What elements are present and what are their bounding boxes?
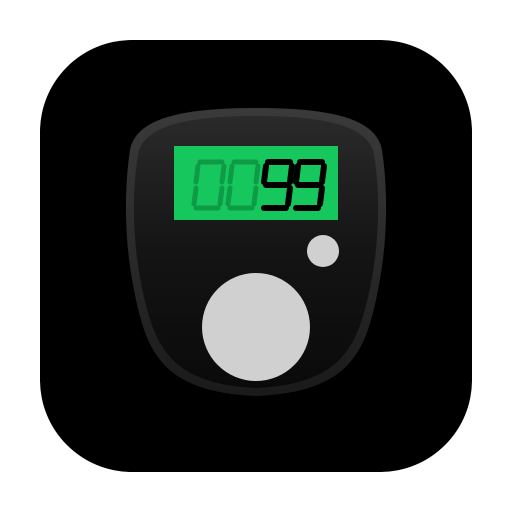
count-button[interactable] [202,273,310,381]
icon-canvas: 99 00 [0,0,512,512]
reset-button[interactable] [307,235,339,267]
finger-tally-counter-icon [125,108,387,396]
